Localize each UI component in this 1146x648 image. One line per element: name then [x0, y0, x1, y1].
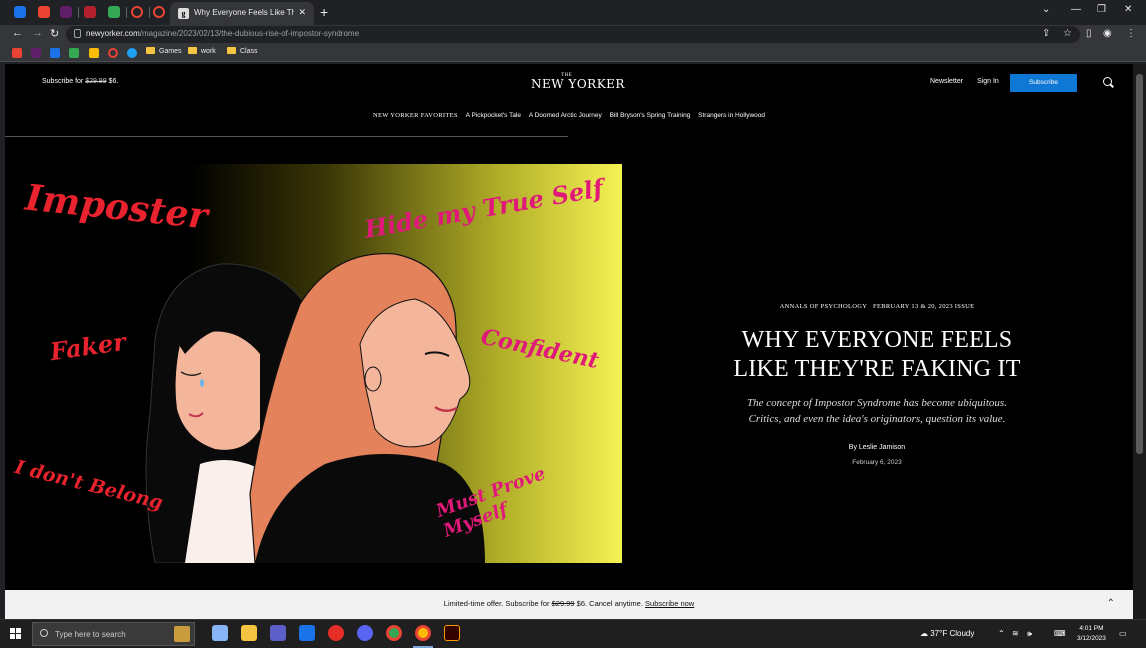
address-toolbar: ← → ↻ newyorker.com/magazine/2023/02/13/…: [0, 25, 1146, 44]
tray-wifi-icon[interactable]: ≋: [1012, 629, 1019, 638]
sidepanel-icon[interactable]: ▯: [1086, 28, 1092, 39]
taskbar-app-explorer[interactable]: [241, 625, 257, 641]
lock-icon[interactable]: [74, 29, 81, 38]
page-content: Subscribe for $29.99 $6. THE NEW YORKER …: [5, 64, 1133, 619]
tab-icon-circle-2[interactable]: [153, 6, 165, 18]
tab-icon-circle[interactable]: [131, 6, 143, 18]
bookmark-chat-icon[interactable]: [50, 48, 60, 58]
taskbar-search-placeholder: Type here to search: [55, 630, 126, 639]
hero-illustration: Imposter Hide my True Self Faker Confide…: [5, 164, 622, 563]
newsletter-link[interactable]: Newsletter: [930, 78, 963, 85]
taskbar-app-chrome-2[interactable]: [415, 625, 431, 641]
folder-icon: [227, 47, 236, 54]
new-yorker-tab-icon: g: [178, 8, 189, 19]
back-icon[interactable]: ←: [12, 27, 23, 39]
taskbar-search[interactable]: Type here to search: [32, 622, 195, 646]
bookmark-folder-games[interactable]: Games: [146, 47, 182, 55]
tab-search-chevron-icon[interactable]: ⌄: [1042, 4, 1050, 15]
search-icon[interactable]: [1103, 77, 1112, 86]
subscribe-promo[interactable]: Subscribe for $29.99 $6.: [42, 78, 118, 85]
bookmark-drive-2-icon[interactable]: [89, 48, 99, 58]
bookmarks-bar: Games work Class: [0, 44, 1146, 62]
subscribe-now-link[interactable]: Subscribe now: [645, 599, 694, 608]
taskbar-app-mail[interactable]: [299, 625, 315, 641]
browser-window: g Why Everyone Feels Like They're ✕ + ⌄ …: [0, 0, 1146, 648]
bookmark-star-icon[interactable]: ☆: [1063, 28, 1072, 39]
tab-strip: g Why Everyone Feels Like They're ✕ + ⌄ …: [0, 0, 1146, 25]
menu-dots-icon[interactable]: ⋮: [1126, 28, 1136, 39]
close-tab-icon[interactable]: ✕: [298, 7, 306, 18]
favorites-item[interactable]: Bill Bryson's Spring Training: [610, 112, 691, 119]
reload-icon[interactable]: ↻: [50, 27, 59, 40]
chevron-up-icon[interactable]: ⌃: [1107, 590, 1115, 618]
taskbar-app-1[interactable]: [270, 625, 286, 641]
article-byline[interactable]: By Leslie Jamison: [621, 444, 1133, 451]
favorites-label: NEW YORKER FAVORITES: [373, 112, 458, 119]
taskbar-app-discord[interactable]: [357, 625, 373, 641]
article-date: February 6, 2023: [852, 459, 902, 466]
favorites-item[interactable]: A Doomed Arctic Journey: [529, 112, 602, 119]
taskbar-clock[interactable]: 4:01 PM 3/12/2023: [1077, 624, 1106, 644]
tab-icon-gmail[interactable]: [38, 6, 50, 18]
sign-in-link[interactable]: Sign In: [977, 78, 999, 85]
tab-icon-app[interactable]: [84, 6, 96, 18]
folder-icon: [188, 47, 197, 54]
weather-widget[interactable]: ☁ 37°F Cloudy: [920, 629, 974, 638]
tab-icon-slack[interactable]: [60, 6, 72, 18]
site-logo[interactable]: NEW YORKER: [531, 77, 625, 91]
search-highlight-icon: [174, 626, 190, 642]
bookmark-drive-icon[interactable]: [69, 48, 79, 58]
bookmark-slack-icon[interactable]: [31, 48, 41, 58]
search-icon: [40, 629, 48, 637]
subscribe-button[interactable]: Subscribe: [1010, 74, 1077, 92]
taskbar-app-chrome[interactable]: [386, 625, 402, 641]
tray-chevron-icon[interactable]: ⌃: [998, 629, 1005, 638]
tab-icon-chat[interactable]: [14, 6, 26, 18]
article-headline: WHY EVERYONE FEELS LIKE THEY'RE FAKING I…: [733, 327, 1021, 382]
windows-start-icon[interactable]: [10, 628, 22, 640]
tab-active[interactable]: g Why Everyone Feels Like They're ✕: [170, 2, 314, 25]
bookmark-folder-class[interactable]: Class: [227, 47, 258, 55]
bookmark-circle-icon[interactable]: [108, 48, 118, 58]
taskbar: Type here to search ☁ 37°F Cloudy ⌃ ≋ 🕪 …: [0, 619, 1146, 648]
minimize-icon[interactable]: —: [1071, 4, 1081, 15]
new-tab-icon[interactable]: +: [320, 4, 328, 20]
profile-avatar[interactable]: ◉: [1103, 28, 1112, 39]
tab-title: Why Everyone Feels Like They're: [194, 8, 294, 17]
offer-banner: Limited-time offer. Subscribe for $29.99…: [5, 590, 1133, 619]
taskbar-app-widgets[interactable]: [212, 625, 228, 641]
tray-volume-icon[interactable]: 🕪: [1027, 629, 1032, 639]
cloud-icon: ☁: [920, 629, 928, 638]
maximize-icon[interactable]: ❐: [1097, 4, 1106, 15]
favorites-bar: NEW YORKER FAVORITES A Pickpocket's Tale…: [5, 112, 1133, 128]
favorites-item[interactable]: Strangers in Hollywood: [698, 112, 765, 119]
window-close-icon[interactable]: ✕: [1124, 4, 1132, 15]
article-rubric: ANNALS OF PSYCHOLOGY FEBRUARY 13 & 20, 2…: [621, 303, 1133, 310]
bookmark-gmail-icon[interactable]: [12, 48, 22, 58]
folder-icon: [146, 47, 155, 54]
url-text: newyorker.com/magazine/2023/02/13/the-du…: [86, 29, 360, 38]
tab-icon-drive[interactable]: [108, 6, 120, 18]
tray-keyboard-icon[interactable]: ⌨: [1054, 629, 1066, 638]
bookmark-folder-work[interactable]: work: [188, 47, 216, 55]
article-dek: The concept of Impostor Syndrome has bec…: [747, 397, 1007, 425]
site-header: Subscribe for $29.99 $6. THE NEW YORKER …: [5, 64, 1133, 104]
scrollbar[interactable]: [1133, 64, 1146, 619]
section-link[interactable]: ANNALS OF PSYCHOLOGY: [780, 303, 868, 310]
favorites-item[interactable]: A Pickpocket's Tale: [466, 112, 521, 119]
share-icon[interactable]: ⇪: [1042, 28, 1050, 39]
scrollbar-thumb[interactable]: [1136, 74, 1143, 454]
address-bar[interactable]: newyorker.com/magazine/2023/02/13/the-du…: [66, 26, 1080, 43]
notification-icon[interactable]: ▭: [1119, 629, 1127, 638]
divider: [5, 136, 568, 137]
taskbar-app-illustrator[interactable]: [444, 625, 460, 641]
issue-link[interactable]: FEBRUARY 13 & 20, 2023 ISSUE: [873, 303, 974, 310]
forward-icon[interactable]: →: [32, 27, 43, 39]
taskbar-app-youtube[interactable]: [328, 625, 344, 641]
bookmark-p-icon[interactable]: [127, 48, 137, 58]
